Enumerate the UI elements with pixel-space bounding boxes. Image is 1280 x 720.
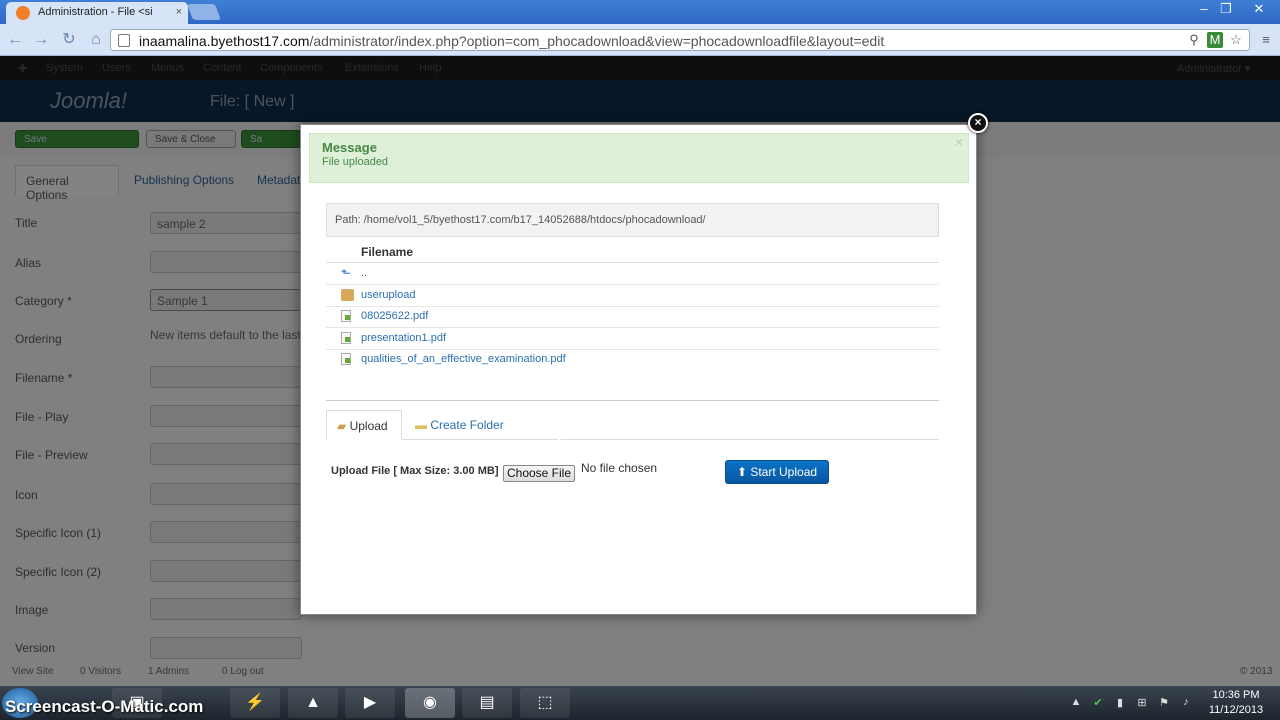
up-icon: ⬑ [341,266,352,280]
tray-check-icon[interactable]: ✔ [1090,696,1106,712]
joomla-favicon-icon [16,6,30,20]
taskbar-chrome-icon[interactable]: ◉ [405,688,455,718]
list-item[interactable]: ⬑ .. [326,263,939,285]
search-icon[interactable]: ⚲ [1186,32,1202,48]
bookmark-star-icon[interactable]: ☆ [1228,32,1244,48]
filename-header: Filename [326,241,939,263]
choose-file-button[interactable]: Choose File [503,465,575,482]
clock-time: 10:36 PM [1212,689,1260,701]
taskbar-vlc-icon[interactable]: ▲ [288,688,338,718]
file-name[interactable]: qualities_of_an_effective_examination.pd… [361,353,566,365]
file-name[interactable]: presentation1.pdf [361,332,446,344]
taskbar-media-icon[interactable]: ▶ [345,688,395,718]
url-domain: inaamalina.byethost17.com [139,33,310,49]
back-arrow-icon[interactable]: ← [4,30,26,50]
reload-icon[interactable]: ↻ [58,30,80,50]
upload-file-label: Upload File [ Max Size: 3.00 MB] [331,465,499,477]
tray-volume-icon[interactable]: ♪ [1178,696,1194,712]
no-file-text: No file chosen [581,461,658,475]
list-item[interactable]: 08025622.pdf [326,306,939,328]
extension-icon[interactable]: M [1207,32,1223,48]
list-item[interactable]: qualities_of_an_effective_examination.pd… [326,349,939,371]
folder-icon [341,289,354,301]
url-path: /administrator/index.php?option=com_phoc… [309,33,885,49]
tray-network-icon[interactable]: ⊞ [1134,696,1150,712]
tray-arrow-icon[interactable]: ▲ [1068,696,1084,712]
page-icon [118,34,130,47]
tab-upload[interactable]: ▰ Upload [326,410,402,440]
tab-create-folder[interactable]: ▬ Create Folder [405,410,514,440]
file-icon [341,332,351,344]
list-item[interactable]: presentation1.pdf [326,328,939,350]
file-icon [341,353,351,365]
file-icon [341,310,351,322]
tab-upload-label: Upload [349,419,388,433]
screencast-watermark: Screencast-O-Matic.com [5,697,204,716]
upload-icon: ▰ [337,419,347,433]
tab-close-icon[interactable]: × [176,6,182,18]
browser-tab-title: Administration - File <si [38,6,153,18]
forward-arrow-icon[interactable]: → [30,30,52,50]
tab-create-folder-label: Create Folder [430,418,504,432]
start-upload-label: Start Upload [750,465,818,479]
home-icon[interactable]: ⌂ [85,30,107,50]
message-alert: Message File uploaded × [309,133,969,183]
modal-close-icon[interactable]: × [968,113,988,133]
path-display: Path: /home/vol1_5/byethost17.com/b17_14… [326,203,939,237]
taskbar-app-2[interactable]: ⚡ [230,688,280,718]
divider [326,400,939,401]
alert-close-icon[interactable]: × [955,134,963,150]
menu-icon[interactable]: ≡ [1258,32,1274,48]
window-restore-button[interactable]: ❐ [1212,0,1240,18]
file-name[interactable]: userupload [361,289,415,301]
message-text: File uploaded [322,156,389,168]
new-tab-button[interactable] [187,4,221,20]
list-item[interactable]: userupload [326,285,939,307]
file-name[interactable]: .. [361,267,367,279]
folder-icon: ▬ [415,418,427,432]
window-close-button[interactable]: ✕ [1245,0,1273,18]
taskbar-clock[interactable]: 10:36 PM 11/12/2013 [1200,688,1272,718]
clock-date: 11/12/2013 [1208,704,1264,716]
taskbar-explorer-icon[interactable]: ▤ [462,688,512,718]
start-upload-button[interactable]: ⬆ Start Upload [725,460,829,484]
upload-arrow-icon: ⬆ [736,465,747,479]
taskbar-snip-icon[interactable]: ⬚ [520,688,570,718]
tray-flag-icon[interactable]: ⚑ [1156,696,1172,712]
file-name[interactable]: 08025622.pdf [361,310,428,322]
tray-signal-icon[interactable]: ▮ [1112,696,1128,712]
browser-tab[interactable]: Administration - File <si × [6,2,188,24]
message-title: Message [322,140,377,155]
address-bar[interactable]: inaamalina.byethost17.com/administrator/… [110,29,1250,51]
